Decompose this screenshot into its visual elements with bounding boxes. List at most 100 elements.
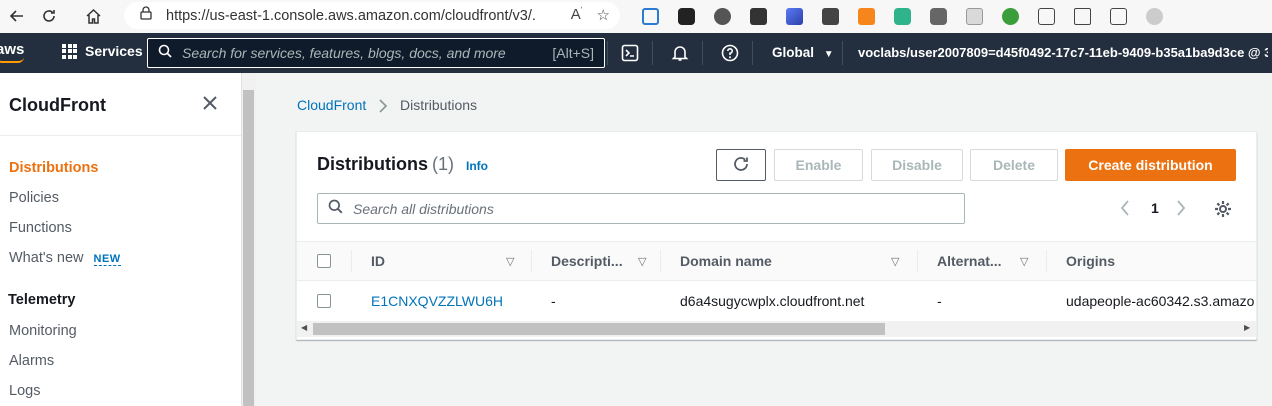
refresh-icon[interactable] (36, 3, 62, 29)
sort-icon[interactable]: ▽ (891, 255, 899, 268)
sidebar-item-label: What's new (9, 250, 84, 266)
sidebar-item-functions[interactable]: Functions (9, 220, 72, 236)
sidebar-item-monitoring[interactable]: Monitoring (9, 323, 77, 339)
column-divider (917, 250, 918, 272)
extension-x-icon[interactable] (776, 4, 812, 28)
sidebar-title: CloudFront (9, 95, 106, 115)
column-divider (351, 250, 352, 272)
sort-icon[interactable]: ▽ (1020, 255, 1028, 268)
gear-icon[interactable] (1213, 199, 1233, 219)
nav-divider (607, 41, 608, 65)
sidebar-scrollbar-thumb[interactable] (243, 90, 254, 406)
column-header-alternate-domain[interactable]: Alternat... (937, 253, 1002, 269)
distribution-id-link[interactable]: E1CNXQVZZLWU6H (371, 293, 503, 309)
column-header-domain-name[interactable]: Domain name (680, 253, 772, 269)
sort-icon[interactable]: ▽ (638, 255, 646, 268)
table-scrollbar-thumb[interactable] (313, 323, 885, 335)
favorite-add-icon[interactable]: ☆ (597, 6, 610, 24)
column-divider (660, 250, 661, 272)
chevron-right-icon[interactable] (1176, 200, 1186, 219)
extension-green-icon[interactable] (884, 4, 920, 28)
refresh-icon (732, 155, 750, 176)
services-grid-icon (62, 43, 77, 59)
back-arrow-icon[interactable] (4, 3, 30, 29)
aws-smile-icon (0, 57, 24, 63)
breadcrumb-cloudfront-link[interactable]: CloudFront (297, 97, 366, 113)
search-placeholder: Search all distributions (353, 200, 494, 217)
cloudshell-icon[interactable] (620, 43, 640, 63)
lock-icon (140, 6, 152, 25)
close-icon[interactable] (202, 95, 220, 113)
delete-button[interactable]: Delete (970, 149, 1058, 181)
distribution-alternate-domain: - (937, 293, 942, 309)
new-badge: NEW (93, 253, 121, 266)
distribution-domain: d6a4sugycwplx.cloudfront.net (680, 293, 865, 309)
extension-bird-icon[interactable] (740, 4, 776, 28)
address-bar[interactable]: https://us-east-1.console.aws.amazon.com… (124, 2, 620, 29)
info-link[interactable]: Info (466, 159, 488, 173)
notifications-bell-icon[interactable] (670, 43, 690, 63)
disable-button[interactable]: Disable (871, 149, 963, 181)
extension-globe-icon[interactable] (992, 4, 1028, 28)
home-icon[interactable] (80, 3, 106, 29)
aws-top-nav: aws Services Search for services, featur… (0, 33, 1272, 73)
nav-divider (652, 41, 653, 65)
collections-icon[interactable] (1100, 4, 1136, 28)
services-menu-button[interactable]: Services (62, 43, 143, 59)
scroll-right-arrow-icon[interactable]: ▶ (1244, 323, 1250, 332)
breadcrumb-current: Distributions (400, 97, 478, 113)
extensions-strip (632, 4, 1172, 28)
sidebar-item-logs[interactable]: Logs (9, 383, 40, 399)
sort-icon[interactable]: ▽ (506, 255, 514, 268)
extension-card-icon[interactable] (956, 4, 992, 28)
extension-dark-icon[interactable] (668, 4, 704, 28)
sidebar: CloudFront Distributions Policies Functi… (0, 73, 241, 406)
chevron-right-icon (378, 97, 388, 116)
read-aloud-icon[interactable]: Aʼ (571, 6, 583, 24)
extension-gray-icon[interactable] (920, 4, 956, 28)
sidebar-item-whats-new[interactable]: What's new NEW (9, 250, 121, 266)
create-distribution-button[interactable]: Create distribution (1065, 149, 1236, 181)
column-header-origins[interactable]: Origins (1066, 253, 1115, 269)
extension-download-icon[interactable] (812, 4, 848, 28)
extension-metamask-icon[interactable] (848, 4, 884, 28)
sidebar-item-policies[interactable]: Policies (9, 190, 59, 206)
region-selector[interactable]: Global ▼ (772, 45, 834, 60)
favorites-icon[interactable] (1064, 4, 1100, 28)
extensions-puzzle-icon[interactable] (1028, 4, 1064, 28)
column-header-id[interactable]: ID (371, 253, 385, 269)
panel-title-text: Distributions (317, 154, 428, 174)
extension-graduation-icon[interactable] (704, 4, 740, 28)
sidebar-item-distributions[interactable]: Distributions (9, 160, 98, 176)
distribution-origins: udapeople-ac60342.s3.amazo (1066, 293, 1255, 309)
column-divider (1046, 250, 1047, 272)
extension-screenshot-icon[interactable] (632, 4, 668, 28)
profile-avatar-icon[interactable] (1136, 4, 1172, 28)
url-text: https://us-east-1.console.aws.amazon.com… (166, 7, 536, 24)
caret-down-icon: ▼ (823, 49, 834, 60)
search-shortcut: [Alt+S] (552, 45, 594, 61)
distribution-search-input[interactable]: Search all distributions (317, 193, 965, 224)
row-checkbox[interactable] (317, 294, 331, 308)
enable-button[interactable]: Enable (774, 149, 863, 181)
column-header-description[interactable]: Descripti... (551, 253, 623, 269)
sidebar-section-telemetry: Telemetry (8, 292, 76, 308)
account-menu[interactable]: voclabs/user2007809=d45f0492-17c7-11eb-9… (858, 45, 1268, 60)
help-icon[interactable] (720, 43, 740, 63)
account-label: voclabs/user2007809=d45f0492-17c7-11eb-9… (858, 45, 1268, 60)
sidebar-divider (0, 135, 241, 136)
select-all-checkbox[interactable] (317, 254, 331, 268)
browser-toolbar: https://us-east-1.console.aws.amazon.com… (0, 0, 1272, 33)
nav-divider (842, 41, 843, 65)
search-icon (328, 199, 343, 219)
aws-logo[interactable]: aws (0, 41, 24, 58)
refresh-button[interactable] (716, 149, 766, 181)
panel-title: Distributions (1) (317, 154, 454, 175)
scroll-left-arrow-icon[interactable]: ◀ (301, 323, 307, 332)
column-divider (531, 250, 532, 272)
chevron-left-icon[interactable] (1120, 200, 1130, 219)
sidebar-item-alarms[interactable]: Alarms (9, 353, 54, 369)
page-number[interactable]: 1 (1151, 200, 1159, 216)
distribution-description: - (551, 293, 556, 309)
console-search-input[interactable]: Search for services, features, blogs, do… (147, 38, 605, 68)
